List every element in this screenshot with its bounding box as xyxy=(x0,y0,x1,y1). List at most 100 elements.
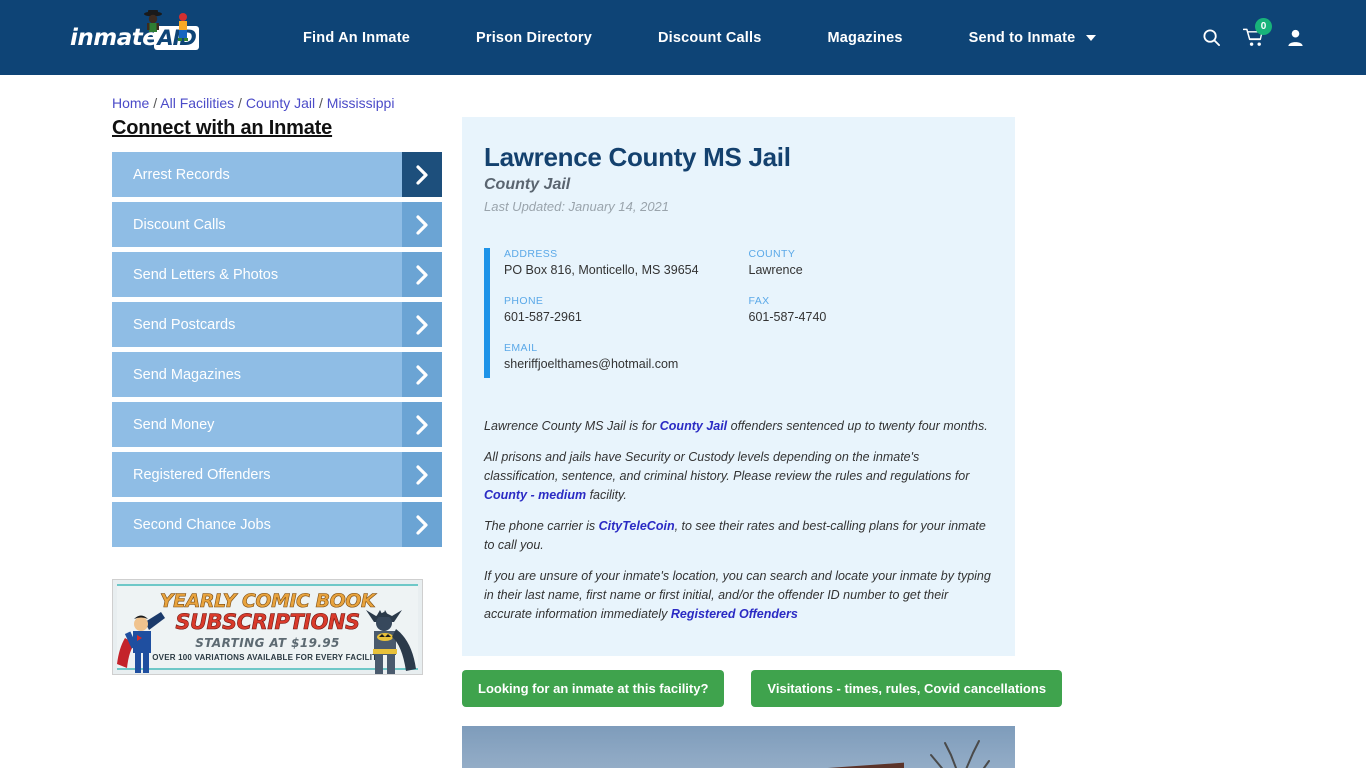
description-paragraph-3: The phone carrier is CityTeleCoin, to se… xyxy=(484,517,993,555)
email-value: sheriffjoelthames@hotmail.com xyxy=(504,357,679,371)
cityteleCoin-link[interactable]: CityTeleCoin xyxy=(599,519,675,533)
nav-item-prison-directory[interactable]: Prison Directory xyxy=(443,30,625,46)
visitations-button[interactable]: Visitations - times, rules, Covid cancel… xyxy=(751,670,1063,707)
chevron-right-icon xyxy=(402,202,442,247)
sidebar-item-label: Send Letters & Photos xyxy=(133,266,279,283)
contact-grid: ADDRESS PO Box 816, Monticello, MS 39654… xyxy=(504,248,993,389)
chevron-right-icon xyxy=(402,452,442,497)
facility-content: Lawrence County MS Jail County Jail Last… xyxy=(462,117,1063,768)
breadcrumb-separator: / xyxy=(315,95,327,111)
breadcrumb-item-all-facilities[interactable]: All Facilities xyxy=(160,95,234,111)
account-button[interactable] xyxy=(1274,18,1316,58)
sidebar-item-registered-offenders[interactable]: Registered Offenders xyxy=(112,452,442,497)
sidebar-item-label: Second Chance Jobs xyxy=(133,516,271,533)
p3-text-a: The phone carrier is xyxy=(484,519,599,533)
fax-field: FAX 601-587-4740 xyxy=(749,295,994,324)
ad-subtext: OVER 100 VARIATIONS AVAILABLE FOR EVERY … xyxy=(152,653,383,662)
cart-button[interactable]: 0 xyxy=(1232,17,1274,58)
breadcrumb-separator: / xyxy=(234,95,246,111)
superman-figure-icon xyxy=(117,612,165,673)
sidebar-item-label: Send Postcards xyxy=(133,316,236,333)
facility-description: Lawrence County MS Jail is for County Ja… xyxy=(484,417,993,656)
last-updated: Last Updated: January 14, 2021 xyxy=(484,199,670,214)
comic-book-subscription-ad[interactable]: YEARLY COMIC BOOK SUBSCRIPTIONS STARTING… xyxy=(112,579,423,675)
ad-price-line: STARTING AT $19.95 xyxy=(195,636,340,650)
nav-item-send-to-inmate[interactable]: Send to Inmate xyxy=(936,30,1129,46)
fax-label: FAX xyxy=(748,295,770,307)
contact-column-left: ADDRESS PO Box 816, Monticello, MS 39654… xyxy=(504,248,749,389)
registered-offenders-link[interactable]: Registered Offenders xyxy=(671,607,798,621)
logo-character-icon xyxy=(144,9,162,32)
search-button[interactable] xyxy=(1190,18,1232,58)
action-buttons: Looking for an inmate at this facility? … xyxy=(462,670,1063,707)
sidebar-heading: Connect with an Inmate xyxy=(112,117,333,139)
user-icon xyxy=(1287,29,1303,47)
description-paragraph-2: All prisons and jails have Security or C… xyxy=(484,448,993,505)
accent-bar xyxy=(484,248,490,378)
nav-item-find-an-inmate[interactable]: Find An Inmate xyxy=(270,30,443,46)
contact-column-right: COUNTY Lawrence FAX 601-587-4740 xyxy=(749,248,994,389)
ad-headline-line-1: YEARLY COMIC BOOK xyxy=(159,590,376,612)
page-layout: Connect with an Inmate Arrest Records Di… xyxy=(0,117,1366,768)
breadcrumb-item-county-jail[interactable]: County Jail xyxy=(246,95,315,111)
nav-item-discount-calls[interactable]: Discount Calls xyxy=(625,30,795,46)
p1-text-b: offenders sentenced up to twenty four mo… xyxy=(727,419,988,433)
nav-item-magazines[interactable]: Magazines xyxy=(795,30,936,46)
sidebar-item-send-money[interactable]: Send Money xyxy=(112,402,442,447)
breadcrumb-item-mississippi[interactable]: Mississippi xyxy=(327,95,395,111)
sidebar-item-label: Send Money xyxy=(133,416,215,433)
site-logo[interactable]: inmate AID xyxy=(70,9,199,58)
bare-tree-icon xyxy=(930,740,990,768)
county-label: COUNTY xyxy=(748,248,796,260)
facility-type: County Jail xyxy=(484,176,571,193)
sidebar-item-arrest-records[interactable]: Arrest Records xyxy=(112,152,442,197)
chevron-right-icon xyxy=(402,402,442,447)
chevron-right-icon xyxy=(402,152,442,197)
search-icon xyxy=(1202,29,1220,47)
p2-text-a: All prisons and jails have Security or C… xyxy=(484,450,970,483)
phone-field: PHONE 601-587-2961 xyxy=(504,295,749,324)
sidebar-item-label: Arrest Records xyxy=(133,166,230,183)
county-medium-link[interactable]: County - medium xyxy=(484,488,586,502)
breadcrumb-separator: / xyxy=(149,95,161,111)
description-paragraph-1: Lawrence County MS Jail is for County Ja… xyxy=(484,417,993,436)
email-field: EMAIL sheriffjoelthames@hotmail.com xyxy=(504,342,749,371)
header-actions: 0 xyxy=(1190,17,1316,58)
sidebar: Connect with an Inmate Arrest Records Di… xyxy=(112,117,442,768)
address-field: ADDRESS PO Box 816, Monticello, MS 39654 xyxy=(504,248,749,277)
batman-figure-icon xyxy=(366,610,416,674)
county-value: Lawrence xyxy=(748,263,803,277)
p1-text-a: Lawrence County MS Jail is for xyxy=(484,419,660,433)
building-roof xyxy=(580,762,904,768)
inmate-search-button[interactable]: Looking for an inmate at this facility? xyxy=(462,670,725,707)
sidebar-item-second-chance-jobs[interactable]: Second Chance Jobs xyxy=(112,502,442,547)
chevron-down-icon xyxy=(1085,34,1096,41)
page-title: Lawrence County MS Jail xyxy=(484,142,791,172)
sidebar-item-label: Discount Calls xyxy=(133,216,226,233)
site-header: inmate AID Find An Inmate Prison Directo… xyxy=(0,0,1366,75)
county-jail-link[interactable]: County Jail xyxy=(660,419,727,433)
sidebar-item-discount-calls[interactable]: Discount Calls xyxy=(112,202,442,247)
description-paragraph-4: If you are unsure of your inmate's locat… xyxy=(484,567,993,624)
cart-count-badge: 0 xyxy=(1255,17,1272,35)
facility-contact-info: ADDRESS PO Box 816, Monticello, MS 39654… xyxy=(484,248,993,389)
county-field: COUNTY Lawrence xyxy=(749,248,994,277)
sidebar-item-send-postcards[interactable]: Send Postcards xyxy=(112,302,442,347)
phone-label: PHONE xyxy=(504,295,544,307)
page-body: Home / All Facilities / County Jail / Mi… xyxy=(0,75,1366,768)
chevron-right-icon xyxy=(402,502,442,547)
chevron-right-icon xyxy=(402,352,442,397)
sidebar-item-send-magazines[interactable]: Send Magazines xyxy=(112,352,442,397)
facility-panel: Lawrence County MS Jail County Jail Last… xyxy=(462,117,1015,656)
breadcrumb-item-home[interactable]: Home xyxy=(112,95,149,111)
facility-photo xyxy=(462,726,1015,768)
logo-character-2-icon xyxy=(178,12,188,41)
sidebar-item-send-letters-photos[interactable]: Send Letters & Photos xyxy=(112,252,442,297)
chevron-right-icon xyxy=(402,302,442,347)
email-label: EMAIL xyxy=(504,342,538,354)
phone-value: 601-587-2961 xyxy=(504,310,582,324)
breadcrumb: Home / All Facilities / County Jail / Mi… xyxy=(112,85,1366,111)
p2-text-b: facility. xyxy=(586,488,627,502)
main-nav: Find An Inmate Prison Directory Discount… xyxy=(270,30,1129,46)
sidebar-item-label: Send Magazines xyxy=(133,366,242,383)
